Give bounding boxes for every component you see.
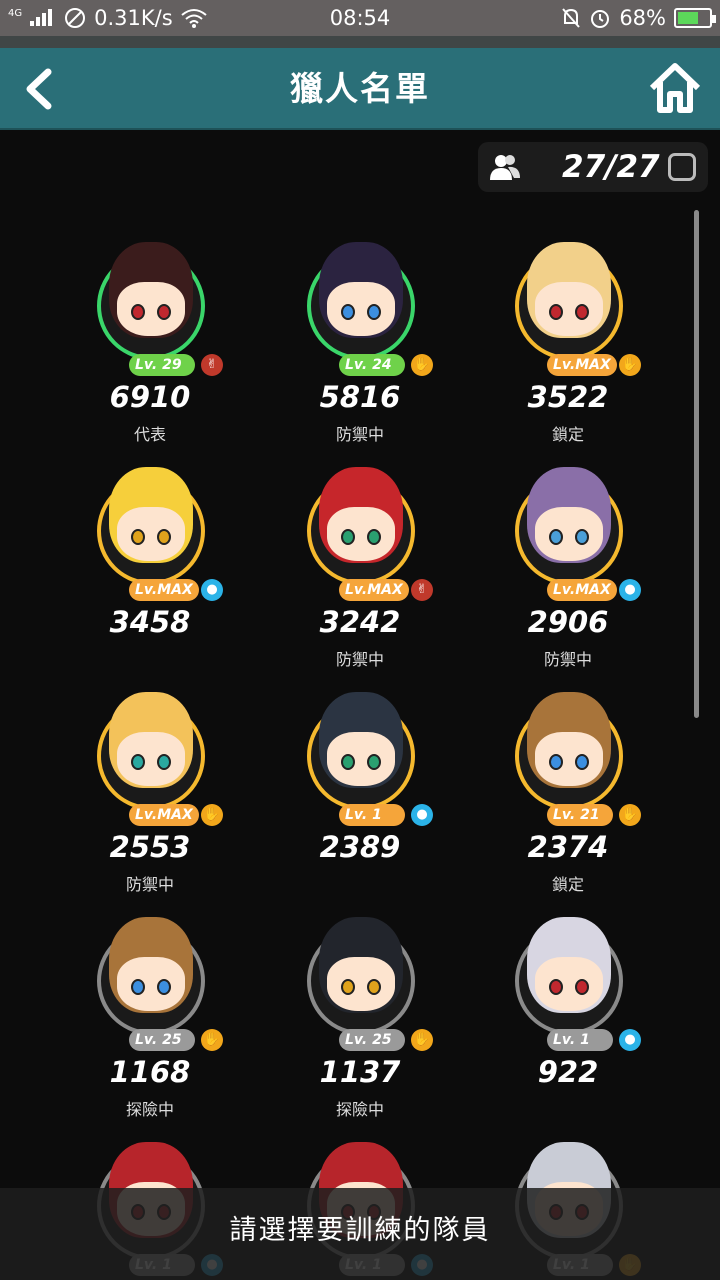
hunter-avatar[interactable]	[95, 224, 207, 360]
battery-icon	[674, 8, 716, 28]
element-icon: ✋	[619, 804, 641, 826]
element-icon: ✋	[201, 804, 223, 826]
status-bar: 4G 0.31K/s 08:54 68%	[0, 0, 720, 36]
level-badge: Lv.MAX	[547, 354, 617, 376]
hunter-avatar[interactable]	[95, 674, 207, 810]
power-value: 922	[537, 1055, 599, 1089]
hunter-avatar[interactable]	[513, 449, 625, 585]
hunter-avatar[interactable]	[305, 899, 417, 1035]
hunter-avatar[interactable]	[95, 899, 207, 1035]
page-title: 獵人名單	[290, 69, 430, 108]
home-icon[interactable]	[646, 60, 704, 118]
power-value: 2374	[527, 830, 609, 864]
level-badge: Lv. 29	[129, 354, 195, 376]
power-value: 2906	[527, 605, 609, 639]
instruction-toast: 請選擇要訓練的隊員	[0, 1188, 720, 1280]
roster-count: 27/27	[562, 149, 660, 185]
hunter-avatar[interactable]	[513, 674, 625, 810]
alarm-icon	[591, 10, 610, 28]
element-icon: ●	[411, 804, 433, 826]
level-badge: Lv. 25	[129, 1029, 195, 1051]
level-badge: Lv.MAX	[129, 804, 199, 826]
refresh-icon[interactable]	[668, 153, 696, 181]
element-icon: ✌	[411, 579, 433, 601]
hunter-avatar[interactable]	[513, 224, 625, 360]
level-badge: Lv. 1	[547, 1029, 613, 1051]
level-badge: Lv.MAX	[339, 579, 409, 601]
hunter-card[interactable]: Lv. 21 ✋ 2374 鎖定	[478, 658, 658, 894]
roster-counter: 27/27	[478, 142, 708, 192]
hunter-avatar[interactable]	[513, 899, 625, 1035]
bell-muted-icon	[562, 8, 581, 28]
level-badge: Lv. 24	[339, 354, 405, 376]
element-icon: ✋	[411, 354, 433, 376]
status-separator	[0, 36, 720, 48]
level-badge: Lv. 25	[339, 1029, 405, 1051]
element-icon: ✌	[201, 354, 223, 376]
hunter-avatar[interactable]	[305, 449, 417, 585]
element-icon: ●	[619, 1029, 641, 1051]
element-icon: ●	[201, 579, 223, 601]
scrollbar[interactable]	[694, 210, 699, 718]
level-badge: Lv.MAX	[547, 579, 617, 601]
top-bar: 獵人名單	[0, 48, 720, 130]
element-icon: ✋	[411, 1029, 433, 1051]
battery-percent: 68%	[619, 6, 666, 30]
hunter-avatar[interactable]	[305, 674, 417, 810]
level-badge: Lv. 1	[339, 804, 405, 826]
hunter-card[interactable]: Lv.MAX ✋ 3522 鎖定	[478, 208, 658, 444]
element-icon: ✋	[619, 354, 641, 376]
power-value: 3522	[527, 380, 609, 414]
people-icon	[490, 155, 520, 180]
hunter-avatar[interactable]	[305, 224, 417, 360]
element-icon: ●	[619, 579, 641, 601]
level-badge: Lv. 21	[547, 804, 613, 826]
level-badge: Lv.MAX	[129, 579, 199, 601]
element-icon: ✋	[201, 1029, 223, 1051]
hunter-card[interactable]: Lv.MAX ● 2906 防禦中	[478, 433, 658, 669]
hunter-avatar[interactable]	[95, 449, 207, 585]
hunter-card[interactable]: Lv. 1 ● 922	[478, 883, 658, 1108]
